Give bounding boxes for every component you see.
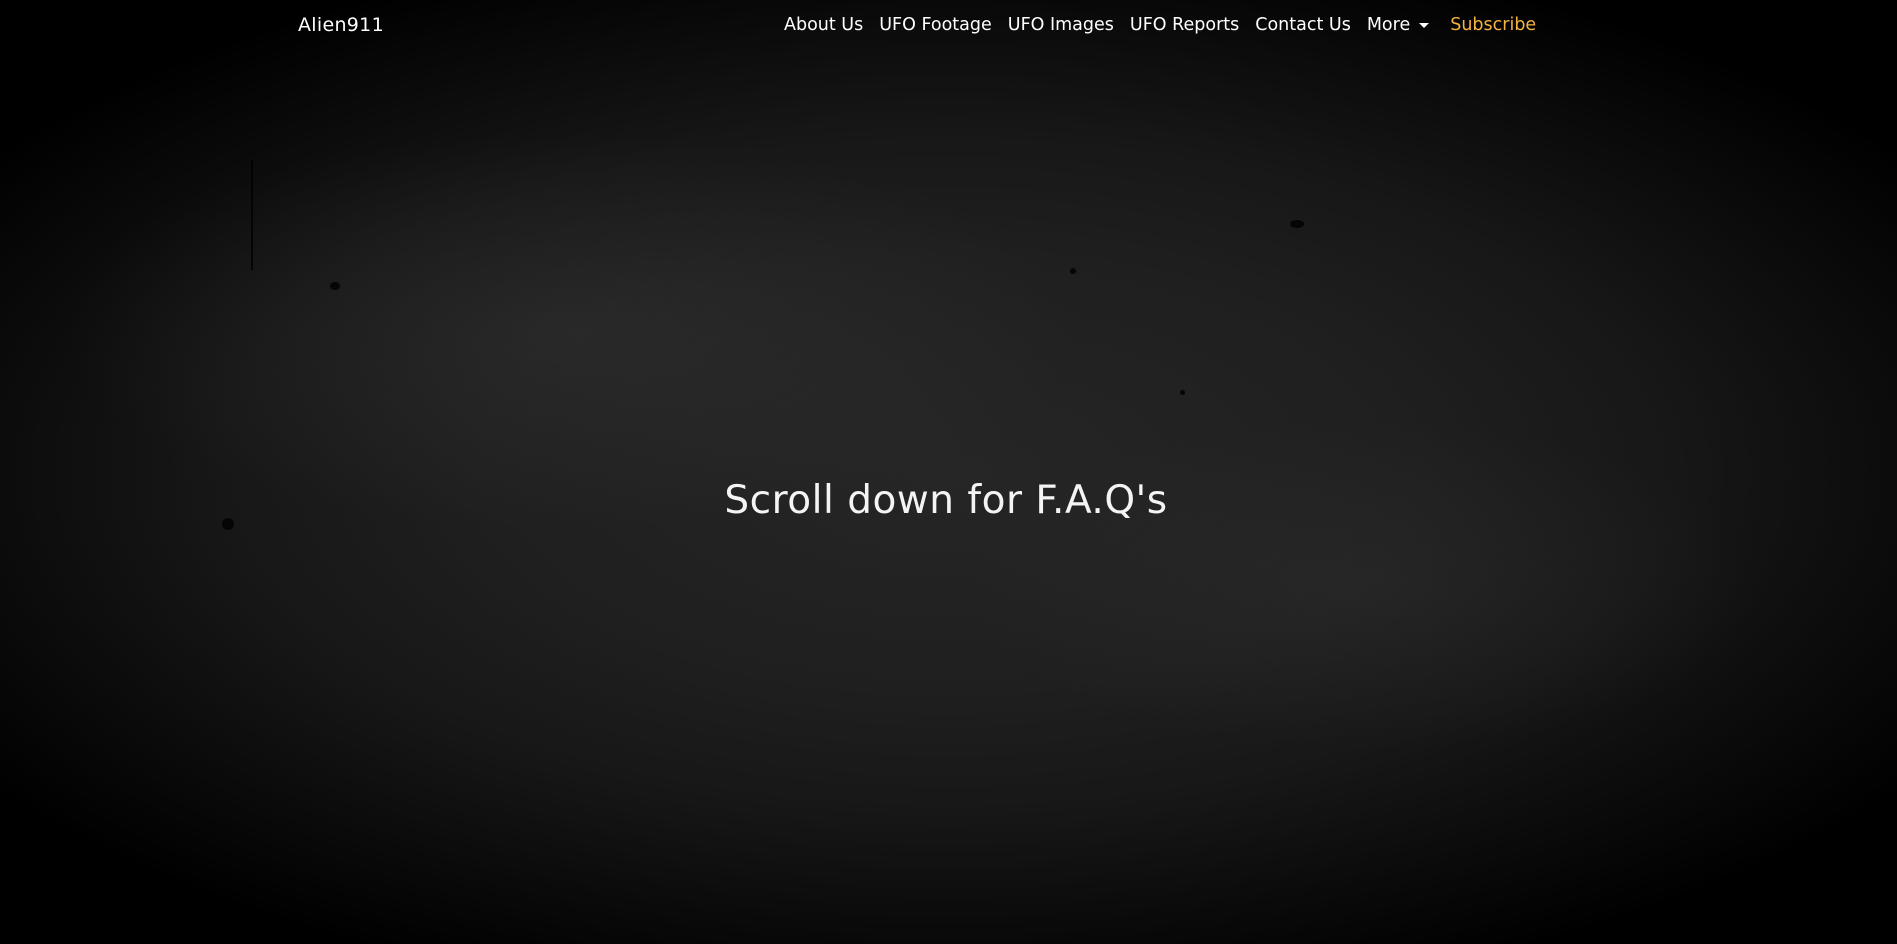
more-dropdown-label: More: [1366, 15, 1411, 35]
nav-item-contact-us[interactable]: Contact Us: [1255, 15, 1351, 35]
nav-item-about-us[interactable]: About Us: [784, 15, 863, 35]
top-navbar: Alien911 About Us UFO Footage UFO Images…: [0, 0, 1897, 54]
subscribe-link[interactable]: Subscribe: [1450, 15, 1536, 35]
nav-menu: About Us UFO Footage UFO Images UFO Repo…: [784, 15, 1536, 35]
texture-scratch: [251, 160, 253, 270]
nav-item-more-dropdown[interactable]: More: [1366, 15, 1430, 35]
nav-item-ufo-footage[interactable]: UFO Footage: [879, 15, 992, 35]
caret-down-icon: [1419, 22, 1430, 28]
hero-background: [0, 0, 1897, 944]
brand-logo[interactable]: Alien911: [298, 14, 384, 36]
nav-item-ufo-reports[interactable]: UFO Reports: [1130, 15, 1239, 35]
texture-speck: [330, 282, 340, 290]
nav-item-ufo-images[interactable]: UFO Images: [1008, 15, 1114, 35]
texture-speck: [1070, 268, 1076, 274]
texture-speck: [1180, 390, 1185, 395]
texture-speck: [1290, 220, 1304, 228]
hero-headline: Scroll down for F.A.Q's: [724, 478, 1168, 523]
